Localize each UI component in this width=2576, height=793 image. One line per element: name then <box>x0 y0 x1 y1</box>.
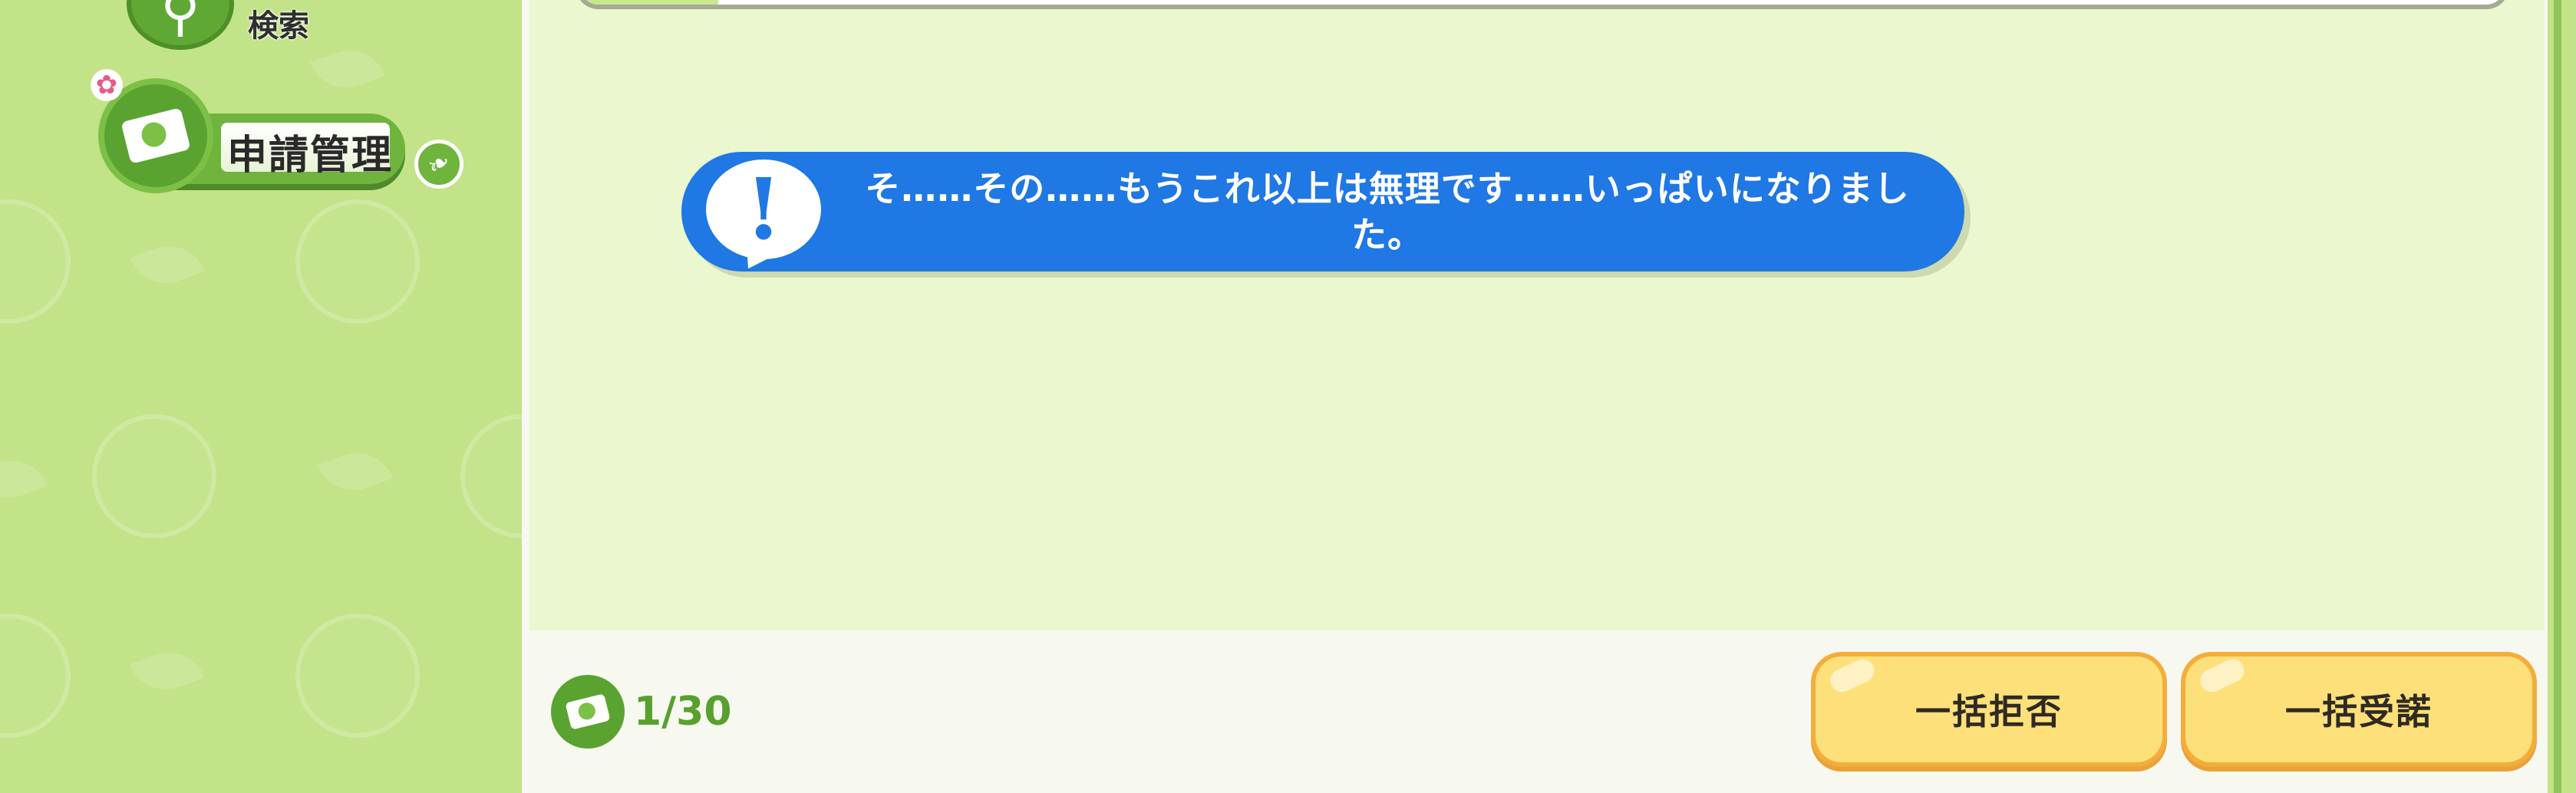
sidebar-item-label: 申請管理 <box>227 133 394 179</box>
top-frame-bar <box>576 0 2509 9</box>
reject-all-label: 一括拒否 <box>1915 691 2063 732</box>
sidebar-item-search[interactable]: ⚲ 検索 <box>127 0 341 50</box>
footer-bar: 1/30 一括拒否 一括受諾 <box>522 630 2548 793</box>
notice-text: そ……その……もうこれ以上は無理です……いっぱいになりました。 <box>865 168 1910 255</box>
flower-badge-icon: ✿ <box>91 69 123 101</box>
request-counter: 1/30 <box>551 675 732 749</box>
reject-all-button[interactable]: 一括拒否 <box>1811 652 2167 767</box>
main-panel: ! そ……その……もうこれ以上は無理です……いっぱいになりました。 1/30 一… <box>522 0 2548 793</box>
leaf-icon: ❧ <box>414 140 463 189</box>
envelope-icon <box>551 675 625 749</box>
right-edge-strip <box>2548 0 2576 793</box>
sidebar-item-application-management[interactable]: ✿ 申請管理 ❧ <box>91 69 474 199</box>
accept-all-label: 一括受諾 <box>2285 691 2433 732</box>
request-count: 1/30 <box>634 689 732 735</box>
accept-all-button[interactable]: 一括受諾 <box>2181 652 2537 767</box>
sidebar: ⚲ 検索 ✿ 申請管理 ❧ <box>0 0 522 793</box>
app-screen: ⚲ 検索 ✿ 申請管理 ❧ ! そ……その……もうこれ以上は無理です……いっぱい… <box>0 0 2576 793</box>
search-icon: ⚲ <box>127 0 234 50</box>
exclamation-bubble-icon: ! <box>706 160 821 259</box>
sidebar-item-label: 検索 <box>248 8 309 44</box>
request-list-area: ! そ……その……もうこれ以上は無理です……いっぱいになりました。 <box>529 0 2545 630</box>
notice-banner: ! そ……その……もうこれ以上は無理です……いっぱいになりました。 <box>681 152 1964 271</box>
